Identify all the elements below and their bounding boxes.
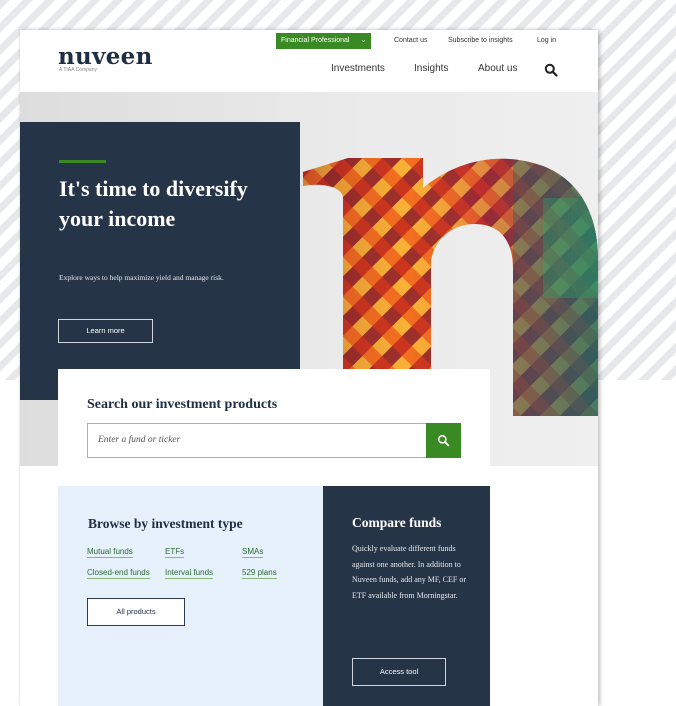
search-card: Search our investment products Enter a f… <box>58 369 490 471</box>
browse-title: Browse by investment type <box>88 516 243 531</box>
compare-description: Quickly evaluate different funds against… <box>352 544 467 600</box>
chevron-down-icon: ⌄ <box>360 37 367 44</box>
role-dropdown-label: Financial Professional <box>281 37 350 44</box>
logo-tagline: A TIAA Company <box>59 67 97 73</box>
search-placeholder: Enter a fund or ticker <box>98 435 181 445</box>
link-smas[interactable]: SMAs <box>242 547 264 558</box>
learn-more-button[interactable]: Learn more <box>58 319 153 343</box>
compare-title: Compare funds <box>352 515 442 530</box>
role-dropdown[interactable]: Financial Professional ⌄ <box>276 33 372 49</box>
nav-insights[interactable]: Insights <box>414 63 448 74</box>
hero-card: It's time to diversify your income Explo… <box>20 122 300 400</box>
page-screenshot: nuveen A TIAA Company Financial Professi… <box>20 30 598 706</box>
link-closed-end-funds[interactable]: Closed-end funds <box>87 568 150 579</box>
contact-us-link[interactable]: Contact us <box>394 37 427 44</box>
link-mutual-funds[interactable]: Mutual funds <box>87 547 133 558</box>
link-529-plans[interactable]: 529 plans <box>242 568 277 579</box>
search-submit-button[interactable] <box>426 423 461 458</box>
subscribe-link[interactable]: Subscribe to insights <box>448 37 513 44</box>
nav-investments[interactable]: Investments <box>331 63 385 74</box>
nav-about-us[interactable]: About us <box>478 63 517 74</box>
hero-subtitle: Explore ways to help maximize yield and … <box>59 273 224 282</box>
link-interval-funds[interactable]: Interval funds <box>165 568 214 579</box>
log-in-link[interactable]: Log in <box>537 37 556 44</box>
fund-search-input[interactable]: Enter a fund or ticker <box>87 423 427 458</box>
access-tool-button[interactable]: Access tool <box>352 658 446 686</box>
search-icon[interactable] <box>544 63 558 77</box>
link-etfs[interactable]: ETFs <box>165 547 185 558</box>
search-title: Search our investment products <box>87 397 278 412</box>
search-icon <box>437 434 450 447</box>
nuveen-logo[interactable]: nuveen <box>58 43 153 70</box>
all-products-button[interactable]: All products <box>87 598 185 626</box>
browse-by-type-panel: Browse by investment type Mutual funds E… <box>58 486 323 706</box>
compare-funds-panel: Compare funds Quickly evaluate different… <box>323 486 490 706</box>
site-header: nuveen A TIAA Company Financial Professi… <box>20 30 598 92</box>
hero-accent-rule <box>59 160 106 163</box>
hero-title: It's time to diversify your income <box>59 176 248 231</box>
